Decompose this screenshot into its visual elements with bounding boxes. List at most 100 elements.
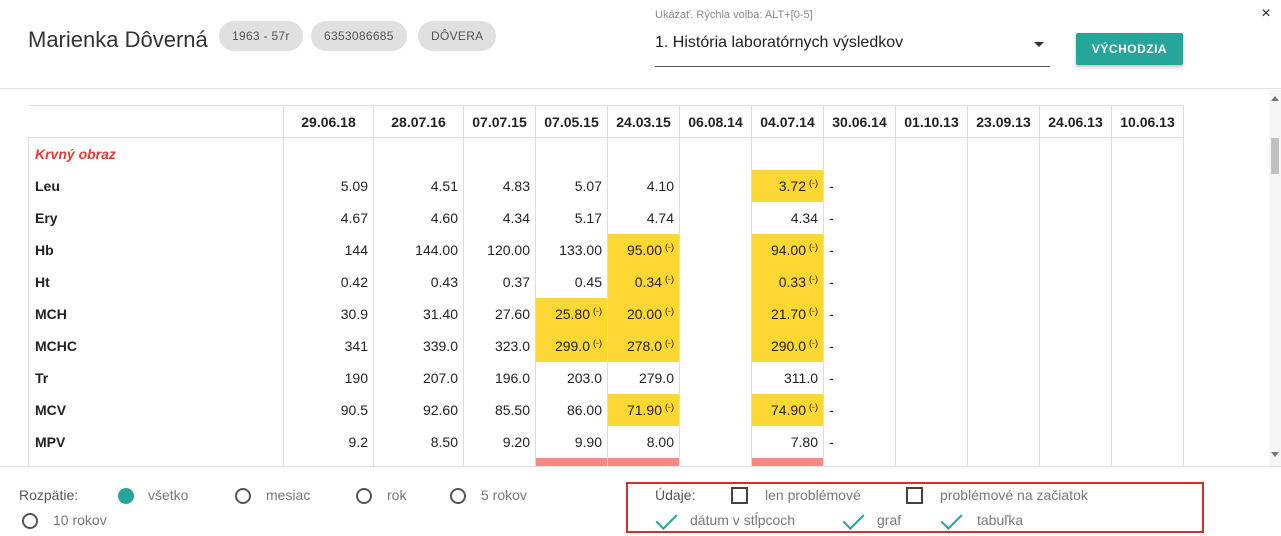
result-cell bbox=[967, 169, 1040, 202]
result-value: 20.00 bbox=[626, 305, 662, 322]
result-cell: - bbox=[823, 265, 896, 298]
result-cell bbox=[1039, 169, 1112, 202]
result-value: - bbox=[829, 305, 834, 322]
abnormal-flag: (-) bbox=[809, 177, 818, 188]
result-cell: - bbox=[823, 425, 896, 458]
result-cell: 0.34 (-) bbox=[607, 265, 680, 298]
result-cell: 27.60 bbox=[463, 297, 536, 330]
result-cell bbox=[1111, 361, 1184, 394]
result-cell bbox=[463, 457, 536, 466]
result-cell bbox=[895, 457, 968, 466]
table-row[interactable]: Leu 5.09 4.51 4.83 5.07 4.10 3.72 (-) - bbox=[28, 169, 1184, 202]
result-value: 5.07 bbox=[574, 177, 602, 194]
abnormal-flag: (-) bbox=[665, 401, 674, 412]
table-row[interactable] bbox=[28, 457, 1184, 466]
result-cell bbox=[895, 425, 968, 458]
result-cell: 5.07 bbox=[535, 169, 608, 202]
empty-cell bbox=[1111, 137, 1184, 170]
result-cell: 8.50 bbox=[373, 425, 464, 458]
range-option-month[interactable]: mesiac bbox=[266, 487, 310, 503]
result-value: - bbox=[829, 241, 834, 258]
quick-select-label: Ukázať. Rýchla volba: ALT+[0-5] bbox=[655, 9, 813, 21]
result-value: 190 bbox=[344, 369, 368, 386]
range-option-all[interactable]: všetko bbox=[148, 487, 188, 503]
result-cell bbox=[967, 201, 1040, 234]
result-cell: 5.09 bbox=[283, 169, 374, 202]
range-option-year[interactable]: rok bbox=[387, 487, 406, 503]
result-cell bbox=[1111, 393, 1184, 426]
insurer-chip: DÔVERA bbox=[418, 21, 497, 51]
result-value: 7.80 bbox=[790, 433, 818, 450]
dialog-header: Marienka Dôverná 1963 - 57r 6353086685 D… bbox=[0, 0, 1281, 89]
table-row[interactable]: MPV 9.2 8.50 9.20 9.90 8.00 7.80- bbox=[28, 425, 1184, 458]
close-icon[interactable]: × bbox=[1259, 6, 1273, 22]
result-value: 0.37 bbox=[502, 273, 530, 290]
result-value: - bbox=[829, 177, 834, 194]
range-option-10years[interactable]: 10 rokov bbox=[53, 512, 107, 528]
result-value: 31.40 bbox=[422, 305, 458, 322]
range-radio-year[interactable] bbox=[356, 488, 372, 504]
empty-cell bbox=[895, 137, 968, 170]
result-cell: 207.0 bbox=[373, 361, 464, 394]
empty-cell bbox=[373, 137, 464, 170]
result-cell bbox=[895, 233, 968, 266]
result-cell bbox=[679, 297, 752, 330]
param-name: Hb bbox=[28, 233, 284, 266]
result-cell bbox=[535, 457, 608, 466]
only-problems-label[interactable]: len problémové bbox=[765, 487, 861, 503]
result-cell: - bbox=[823, 297, 896, 330]
range-option-5years[interactable]: 5 rokov bbox=[481, 487, 527, 503]
result-value: 74.90 bbox=[770, 401, 806, 418]
abnormal-flag: (-) bbox=[665, 305, 674, 316]
vertical-scrollbar[interactable] bbox=[1269, 90, 1281, 466]
table-row[interactable]: MCHC 341 339.0 323.0 299.0 (-) 278.0 (-) 290.0 (-… bbox=[28, 329, 1184, 362]
range-radio-month[interactable] bbox=[235, 488, 251, 504]
range-radio-5years[interactable] bbox=[450, 488, 466, 504]
result-cell bbox=[895, 393, 968, 426]
id-chip: 6353086685 bbox=[311, 21, 407, 51]
graph-label[interactable]: graf bbox=[877, 512, 901, 528]
checkbox-problems-first[interactable] bbox=[906, 487, 923, 504]
result-cell bbox=[1039, 329, 1112, 362]
result-cell bbox=[679, 265, 752, 298]
result-value: 3.72 bbox=[778, 177, 806, 194]
default-button[interactable]: VÝCHODZIA bbox=[1076, 33, 1183, 65]
scroll-thumb[interactable] bbox=[1271, 138, 1279, 174]
table-label[interactable]: tabuľka bbox=[977, 512, 1023, 528]
result-value: - bbox=[829, 401, 834, 418]
result-cell bbox=[679, 361, 752, 394]
scroll-up-icon[interactable] bbox=[1271, 96, 1279, 101]
empty-cell bbox=[823, 137, 896, 170]
table-row[interactable]: Tr 190 207.0 196.0 203.0 279.0 311.0- bbox=[28, 361, 1184, 394]
result-value: 120.00 bbox=[487, 241, 530, 258]
result-cell: 311.0 bbox=[751, 361, 824, 394]
date-columns-label[interactable]: dátum v stĺpcoch bbox=[690, 512, 795, 528]
result-cell bbox=[373, 457, 464, 466]
checkbox-only-problems[interactable] bbox=[731, 487, 748, 504]
corner-cell bbox=[28, 105, 284, 138]
range-radio-10years[interactable] bbox=[22, 513, 38, 529]
result-cell bbox=[1039, 457, 1112, 466]
result-value: - bbox=[829, 273, 834, 290]
table-row[interactable]: MCV 90.5 92.60 85.50 86.00 71.90 (-) 74.90 (-) - bbox=[28, 393, 1184, 426]
result-value: 207.0 bbox=[422, 369, 458, 386]
range-radio-all[interactable] bbox=[118, 488, 134, 504]
empty-cell bbox=[463, 137, 536, 170]
result-cell bbox=[679, 425, 752, 458]
result-cell: - bbox=[823, 329, 896, 362]
result-value: 0.45 bbox=[574, 273, 602, 290]
result-cell bbox=[967, 457, 1040, 466]
view-select[interactable]: 1. História laboratórnych výsledkov bbox=[655, 26, 1050, 67]
table-row[interactable]: Ht 0.42 0.43 0.37 0.45 0.34 (-) 0.33 (-) - bbox=[28, 265, 1184, 298]
table-row[interactable]: MCH 30.9 31.40 27.60 25.80 (-) 20.00 (-) 21.70 (-… bbox=[28, 297, 1184, 330]
results-scroll-area[interactable]: 29.06.18 28.07.16 07.07.15 07.05.15 24.03.15… bbox=[0, 90, 1269, 466]
result-cell bbox=[967, 425, 1040, 458]
problems-first-label[interactable]: problémové na začiatok bbox=[940, 487, 1088, 503]
table-row[interactable]: Ery 4.67 4.60 4.34 5.17 4.74 4.34- bbox=[28, 201, 1184, 234]
result-value: 9.20 bbox=[502, 433, 530, 450]
table-row[interactable]: Hb 144 144.00 120.00 133.00 95.00 (-) 94.00 (-) - bbox=[28, 233, 1184, 266]
result-cell: - bbox=[823, 233, 896, 266]
scroll-down-icon[interactable] bbox=[1271, 452, 1279, 457]
range-label: Rozpätie: bbox=[19, 487, 79, 503]
empty-cell bbox=[283, 137, 374, 170]
